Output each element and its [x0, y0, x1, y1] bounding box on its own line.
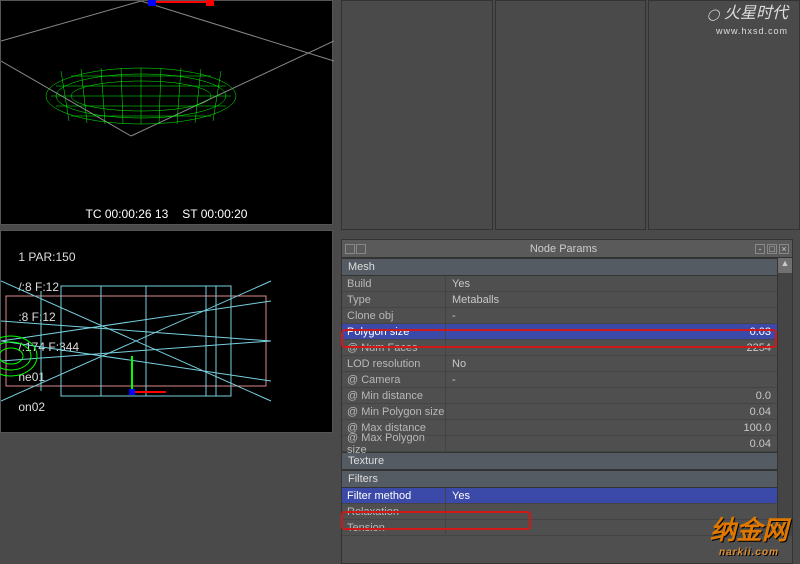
viewport-perspective[interactable]: TC 00:00:26 13 ST 00:00:20 [0, 0, 333, 225]
row-max-polygon-size[interactable]: @ Max Polygon size 0.04 [342, 436, 777, 452]
node-params-table: Mesh Build Yes Type Metaballs Clone obj … [342, 258, 777, 536]
preview-panel-1[interactable] [341, 0, 493, 230]
row-min-polygon-size[interactable]: @ Min Polygon size 0.04 [342, 404, 777, 420]
scroll-up-icon[interactable]: ▲ [778, 258, 792, 273]
row-clone-obj[interactable]: Clone obj - [342, 308, 777, 324]
watermark-bottom: 纳金网 narkii.com [710, 510, 788, 558]
titlebar-right-icons[interactable]: -□× [755, 244, 792, 254]
viewport-timecode: TC 00:00:26 13 ST 00:00:20 [1, 204, 332, 224]
node-params-scrollbar[interactable]: ▲ [777, 258, 792, 536]
viewport-side[interactable]: 1 PAR:150 /:8 F:12 :8 F:12 /:174 F:344 n… [0, 230, 333, 433]
watermark-top: ◯ 火星时代 www.hxsd.com [707, 6, 788, 39]
row-build[interactable]: Build Yes [342, 276, 777, 292]
metaball-mesh [41, 61, 241, 131]
metaball-mesh-side [0, 331, 51, 391]
row-min-distance[interactable]: @ Min distance 0.0 [342, 388, 777, 404]
timecode-tc: TC 00:00:26 13 [86, 207, 169, 221]
row-type[interactable]: Type Metaballs [342, 292, 777, 308]
row-num-faces[interactable]: @ Num Faces 2254 [342, 340, 777, 356]
node-params-title: Node Params [372, 243, 755, 255]
row-polygon-size[interactable]: Polygon size 0.03 [342, 324, 777, 340]
section-filters[interactable]: Filters [342, 470, 777, 488]
section-mesh[interactable]: Mesh [342, 258, 777, 276]
preview-panel-2[interactable] [495, 0, 647, 230]
node-params-titlebar[interactable]: Node Params -□× [342, 240, 792, 258]
titlebar-left-icons[interactable] [342, 244, 372, 254]
timecode-st: ST 00:00:20 [182, 207, 247, 221]
row-camera[interactable]: @ Camera - [342, 372, 777, 388]
row-lod-resolution[interactable]: LOD resolution No [342, 356, 777, 372]
scroll-track[interactable] [778, 273, 792, 536]
row-filter-method[interactable]: Filter method Yes [342, 488, 777, 504]
